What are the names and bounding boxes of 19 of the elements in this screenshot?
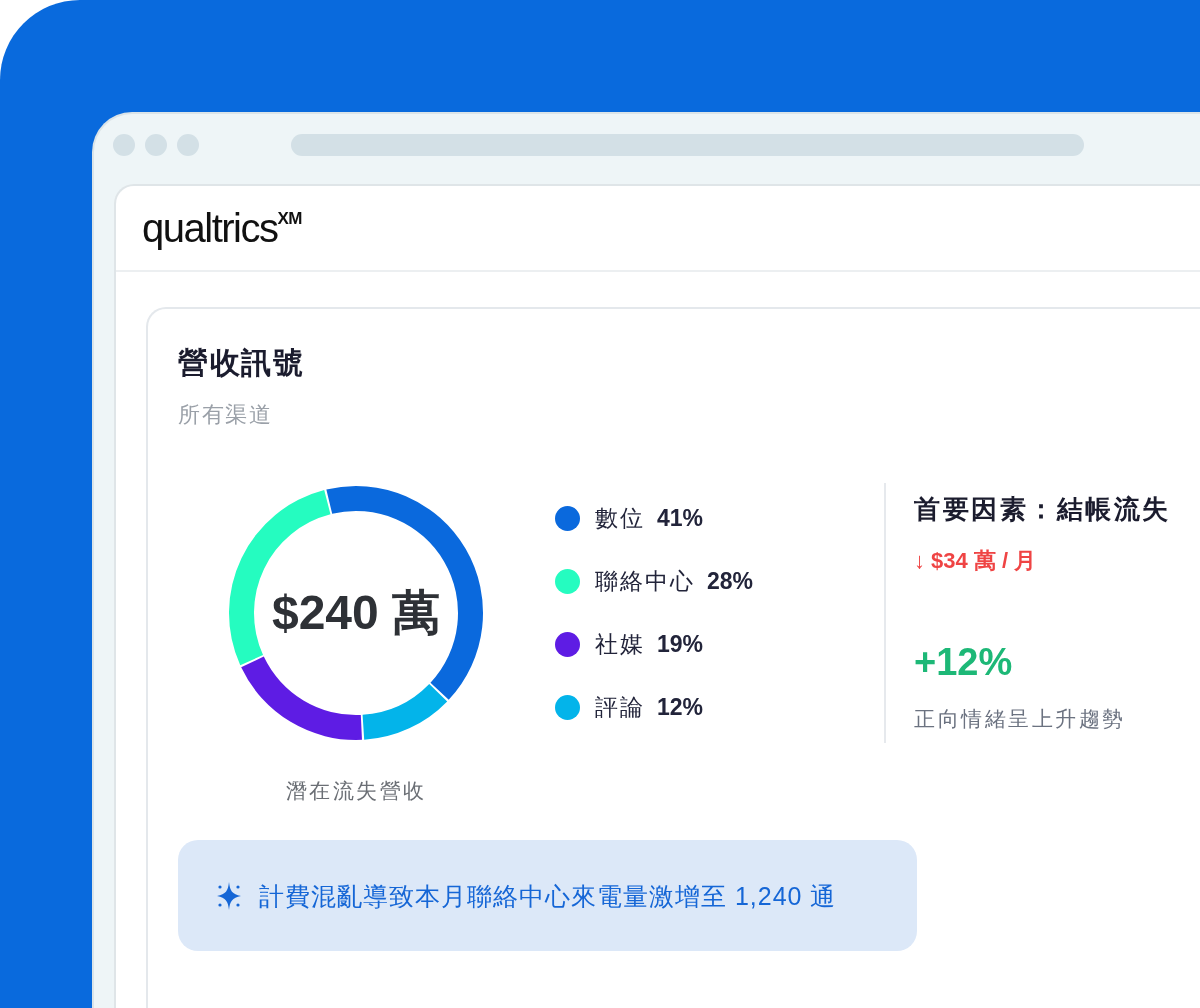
legend-label: 評論: [595, 693, 645, 722]
legend-label: 聯絡中心: [595, 567, 695, 596]
qualtrics-logo: qualtrics$^{XM}$: [142, 205, 302, 252]
legend-value: 12%: [657, 693, 704, 722]
donut-caption: 潛在流失營收: [285, 778, 427, 804]
legend-value: 19%: [657, 630, 704, 659]
legend-value: 28%: [707, 567, 754, 596]
sentiment-note: 正向情緒呈上升趨勢: [914, 706, 1126, 732]
legend-label: 社媒: [595, 630, 645, 659]
insight-text: 計費混亂導致本月聯絡中心來電量激增至 1,240 通: [259, 880, 837, 912]
card-title: 營收訊號: [178, 345, 304, 381]
donut-center-value: $240 萬: [271, 585, 441, 641]
card-subtitle: 所有渠道: [178, 401, 272, 429]
address-bar[interactable]: [291, 134, 1084, 156]
driver-title: 首要因素：結帳流失: [914, 493, 1171, 526]
legend-value: 41%: [657, 504, 704, 533]
legend-label: 數位: [595, 504, 645, 533]
driver-impact: ↓ $34 萬 / 月: [914, 547, 1037, 575]
sentiment-change: +12%: [914, 640, 1013, 685]
